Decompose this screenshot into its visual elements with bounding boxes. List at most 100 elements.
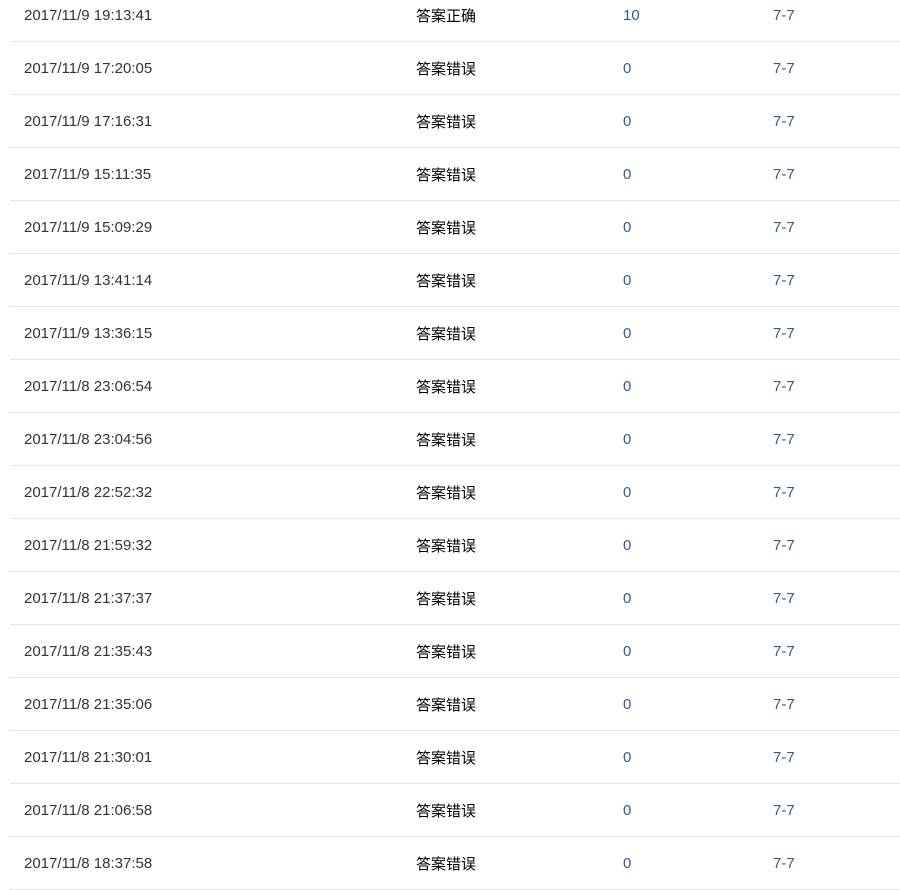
score-link[interactable]: 0 (623, 749, 631, 766)
problem-link[interactable]: 7-7 (773, 537, 795, 554)
score-cell: 0 (623, 730, 773, 784)
problem-cell: 7-7 (773, 518, 900, 572)
result-link[interactable]: 答案错误 (416, 591, 476, 608)
problem-cell: 7-7 (773, 677, 900, 731)
submission-time: 2017/11/9 15:09:29 (10, 200, 416, 254)
problem-link[interactable]: 7-7 (773, 166, 795, 183)
submission-time: 2017/11/8 22:52:32 (10, 465, 416, 519)
result-link[interactable]: 答案错误 (416, 644, 476, 661)
problem-link[interactable]: 7-7 (773, 749, 795, 766)
result-cell: 答案错误 (416, 41, 623, 95)
table-row: 2017/11/9 17:20:05 答案错误 0 7-7 (10, 41, 900, 95)
score-link[interactable]: 0 (623, 802, 631, 819)
score-cell: 0 (623, 783, 773, 837)
result-link[interactable]: 答案正确 (416, 8, 476, 25)
result-link[interactable]: 答案错误 (416, 538, 476, 555)
table-row: 2017/11/9 15:09:29 答案错误 0 7-7 (10, 200, 900, 254)
problem-link[interactable]: 7-7 (773, 590, 795, 607)
score-link[interactable]: 0 (623, 378, 631, 395)
result-link[interactable]: 答案错误 (416, 61, 476, 78)
submission-time: 2017/11/8 21:35:06 (10, 677, 416, 731)
problem-cell: 7-7 (773, 836, 900, 890)
score-link[interactable]: 0 (623, 590, 631, 607)
score-cell: 0 (623, 465, 773, 519)
problem-link[interactable]: 7-7 (773, 7, 795, 24)
problem-link[interactable]: 7-7 (773, 378, 795, 395)
submission-time: 2017/11/8 23:06:54 (10, 359, 416, 413)
problem-link[interactable]: 7-7 (773, 643, 795, 660)
result-link[interactable]: 答案错误 (416, 220, 476, 237)
score-link[interactable]: 0 (623, 855, 631, 872)
score-link[interactable]: 0 (623, 166, 631, 183)
result-link[interactable]: 答案错误 (416, 114, 476, 131)
result-link[interactable]: 答案错误 (416, 167, 476, 184)
table-row: 2017/11/9 19:13:41 答案正确 10 7-7 (10, 0, 900, 42)
score-link[interactable]: 0 (623, 537, 631, 554)
result-cell: 答案错误 (416, 253, 623, 307)
submission-time: 2017/11/8 21:35:43 (10, 624, 416, 678)
table-row: 2017/11/9 13:41:14 答案错误 0 7-7 (10, 253, 900, 307)
table-row: 2017/11/8 23:06:54 答案错误 0 7-7 (10, 359, 900, 413)
result-cell: 答案错误 (416, 836, 623, 890)
result-cell: 答案错误 (416, 359, 623, 413)
problem-cell: 7-7 (773, 730, 900, 784)
problem-cell: 7-7 (773, 624, 900, 678)
table-row: 2017/11/8 18:37:58 答案错误 0 7-7 (10, 836, 900, 890)
result-link[interactable]: 答案错误 (416, 432, 476, 449)
result-link[interactable]: 答案错误 (416, 273, 476, 290)
result-cell: 答案错误 (416, 624, 623, 678)
score-cell: 10 (623, 0, 773, 42)
result-link[interactable]: 答案错误 (416, 697, 476, 714)
result-cell: 答案错误 (416, 518, 623, 572)
score-cell: 0 (623, 518, 773, 572)
score-link[interactable]: 0 (623, 643, 631, 660)
score-link[interactable]: 0 (623, 60, 631, 77)
score-cell: 0 (623, 41, 773, 95)
result-link[interactable]: 答案错误 (416, 485, 476, 502)
result-link[interactable]: 答案错误 (416, 856, 476, 873)
submission-time: 2017/11/9 13:41:14 (10, 253, 416, 307)
problem-link[interactable]: 7-7 (773, 484, 795, 501)
result-cell: 答案错误 (416, 306, 623, 360)
result-link[interactable]: 答案错误 (416, 803, 476, 820)
submission-list-body: 2017/11/9 19:13:41 答案正确 10 7-7 2017/11/9… (10, 0, 900, 890)
submission-time: 2017/11/9 17:16:31 (10, 94, 416, 148)
score-link[interactable]: 0 (623, 431, 631, 448)
score-link[interactable]: 0 (623, 484, 631, 501)
result-cell: 答案正确 (416, 0, 623, 42)
result-link[interactable]: 答案错误 (416, 379, 476, 396)
score-cell: 0 (623, 412, 773, 466)
problem-link[interactable]: 7-7 (773, 696, 795, 713)
result-link[interactable]: 答案错误 (416, 326, 476, 343)
score-link[interactable]: 0 (623, 325, 631, 342)
problem-link[interactable]: 7-7 (773, 60, 795, 77)
problem-link[interactable]: 7-7 (773, 802, 795, 819)
score-link[interactable]: 0 (623, 696, 631, 713)
problem-link[interactable]: 7-7 (773, 219, 795, 236)
submission-time: 2017/11/8 21:59:32 (10, 518, 416, 572)
problem-cell: 7-7 (773, 412, 900, 466)
problem-cell: 7-7 (773, 200, 900, 254)
table-row: 2017/11/9 15:11:35 答案错误 0 7-7 (10, 147, 900, 201)
problem-cell: 7-7 (773, 147, 900, 201)
score-cell: 0 (623, 306, 773, 360)
submission-time: 2017/11/9 15:11:35 (10, 147, 416, 201)
problem-link[interactable]: 7-7 (773, 431, 795, 448)
problem-link[interactable]: 7-7 (773, 113, 795, 130)
problem-link[interactable]: 7-7 (773, 272, 795, 289)
score-cell: 0 (623, 147, 773, 201)
submission-list-table: 2017/11/9 19:13:41 答案正确 10 7-7 2017/11/9… (10, 0, 900, 890)
score-link[interactable]: 0 (623, 272, 631, 289)
problem-link[interactable]: 7-7 (773, 855, 795, 872)
result-cell: 答案错误 (416, 783, 623, 837)
table-row: 2017/11/8 21:35:43 答案错误 0 7-7 (10, 624, 900, 678)
score-link[interactable]: 0 (623, 113, 631, 130)
score-link[interactable]: 0 (623, 219, 631, 236)
table-row: 2017/11/8 23:04:56 答案错误 0 7-7 (10, 412, 900, 466)
submission-time: 2017/11/8 23:04:56 (10, 412, 416, 466)
score-link[interactable]: 10 (623, 7, 640, 24)
problem-cell: 7-7 (773, 41, 900, 95)
table-row: 2017/11/8 22:52:32 答案错误 0 7-7 (10, 465, 900, 519)
result-link[interactable]: 答案错误 (416, 750, 476, 767)
problem-link[interactable]: 7-7 (773, 325, 795, 342)
